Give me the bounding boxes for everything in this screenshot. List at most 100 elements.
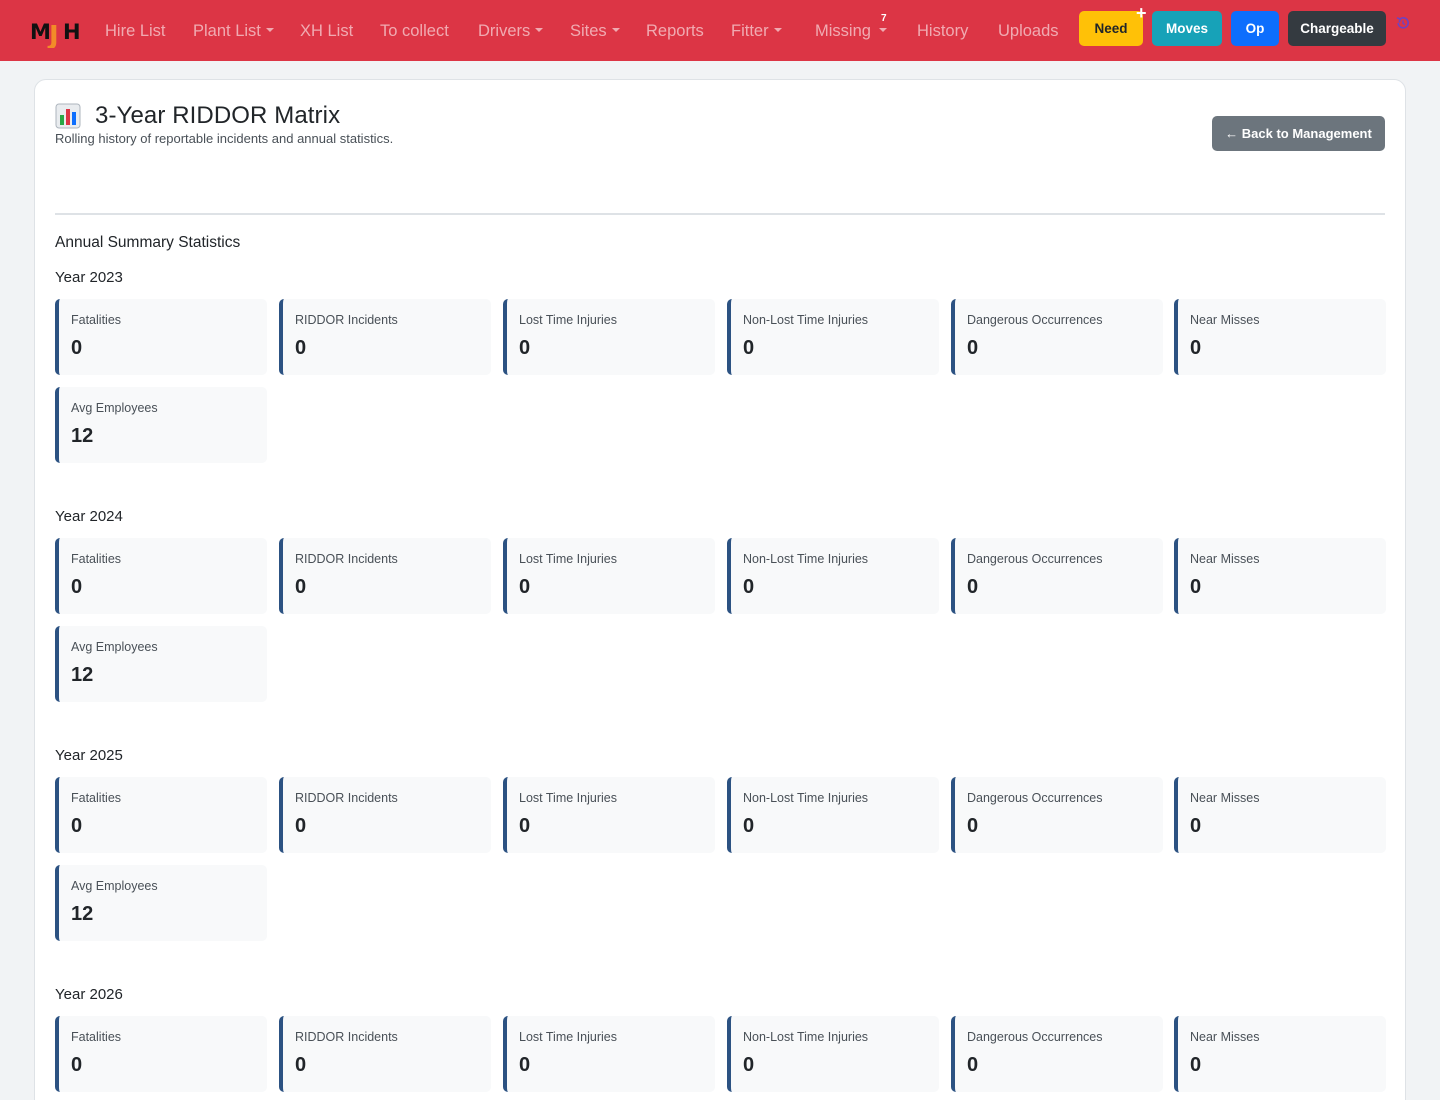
stat-label: Non-Lost Time Injuries [743, 791, 869, 805]
nav-missing[interactable]: Missing [815, 20, 887, 42]
title-row: 3-Year RIDDOR Matrix [55, 102, 340, 130]
page-subtitle: Rolling history of reportable incidents … [55, 131, 394, 146]
stat-card: Dangerous Occurrences 0 [951, 538, 1163, 614]
year-label: Year 2026 [55, 986, 123, 1003]
nav-sites[interactable]: Sites [570, 20, 620, 42]
chevron-down-icon [773, 27, 782, 32]
stat-card: Non-Lost Time Injuries 0 [727, 299, 939, 375]
plus-icon[interactable]: + [1136, 4, 1147, 22]
op-button[interactable]: Op [1231, 11, 1279, 46]
stat-label: RIDDOR Incidents [295, 552, 398, 566]
stat-value: 0 [967, 1054, 979, 1076]
stat-value: 12 [71, 425, 94, 447]
nav-drivers[interactable]: Drivers [478, 20, 544, 42]
stat-value: 0 [1190, 815, 1202, 837]
stat-card: RIDDOR Incidents 0 [279, 777, 491, 853]
year-label: Year 2023 [55, 269, 123, 286]
stat-label: Fatalities [71, 1030, 122, 1044]
stat-value: 0 [1190, 576, 1202, 598]
stat-card: Lost Time Injuries 0 [503, 777, 715, 853]
stat-card: RIDDOR Incidents 0 [279, 299, 491, 375]
stat-label: Dangerous Occurrences [967, 552, 1103, 566]
stat-label: Lost Time Injuries [519, 791, 617, 805]
stat-value: 0 [295, 815, 307, 837]
stat-card: Lost Time Injuries 0 [503, 538, 715, 614]
nav-plant-list-label: Plant List [193, 22, 261, 40]
stat-value: 0 [743, 815, 755, 837]
stat-value: 0 [71, 815, 83, 837]
stat-label: RIDDOR Incidents [295, 791, 398, 805]
stat-card: Avg Employees 12 [55, 387, 267, 463]
stat-label: Fatalities [71, 313, 122, 327]
stat-label: Avg Employees [71, 879, 158, 893]
stat-value: 0 [743, 576, 755, 598]
nav-fitter[interactable]: Fitter [731, 20, 782, 42]
stat-card: Dangerous Occurrences 0 [951, 299, 1163, 375]
bar-chart-icon [55, 103, 81, 129]
stat-card: Near Misses 0 [1174, 1016, 1386, 1092]
riddor-matrix-card: 3-Year RIDDOR Matrix Rolling history of … [34, 79, 1406, 1100]
chevron-down-icon [878, 27, 887, 32]
stat-card: Lost Time Injuries 0 [503, 1016, 715, 1092]
stat-label: Non-Lost Time Injuries [743, 552, 869, 566]
stat-card: Fatalities 0 [55, 538, 267, 614]
page-title: 3-Year RIDDOR Matrix [95, 102, 341, 129]
nav-history[interactable]: History [917, 20, 968, 42]
chargeable-button[interactable]: Chargeable [1288, 11, 1386, 46]
nav-sites-label: Sites [570, 22, 607, 40]
stat-value: 0 [519, 1054, 531, 1076]
stat-card: Lost Time Injuries 0 [503, 299, 715, 375]
section-title: Annual Summary Statistics [55, 234, 241, 251]
missing-count-badge: 7 [881, 13, 887, 24]
stat-label: Non-Lost Time Injuries [743, 1030, 869, 1044]
stat-card: Non-Lost Time Injuries 0 [727, 538, 939, 614]
nav-fitter-label: Fitter [731, 22, 769, 40]
stat-card: RIDDOR Incidents 0 [279, 538, 491, 614]
stat-card: RIDDOR Incidents 0 [279, 1016, 491, 1092]
stat-value: 0 [743, 1054, 755, 1076]
stat-value: 0 [967, 576, 979, 598]
stat-label: Dangerous Occurrences [967, 791, 1103, 805]
stat-label: Lost Time Injuries [519, 552, 617, 566]
stat-card: Near Misses 0 [1174, 538, 1386, 614]
stat-card: Dangerous Occurrences 0 [951, 777, 1163, 853]
stat-value: 0 [1190, 1054, 1202, 1076]
stat-value: 0 [519, 576, 531, 598]
nav-to-collect[interactable]: To collect [380, 20, 449, 42]
stat-card: Fatalities 0 [55, 1016, 267, 1092]
moves-button[interactable]: Moves [1152, 11, 1222, 46]
stat-label: RIDDOR Incidents [295, 1030, 398, 1044]
stat-value: 0 [967, 815, 979, 837]
stat-label: Fatalities [71, 552, 122, 566]
stat-card: Dangerous Occurrences 0 [951, 1016, 1163, 1092]
nav-plant-list[interactable]: Plant List [193, 20, 274, 42]
chevron-down-icon [611, 27, 620, 32]
nav-uploads[interactable]: Uploads [998, 20, 1059, 42]
stat-label: Near Misses [1190, 791, 1260, 805]
stat-card: Fatalities 0 [55, 299, 267, 375]
need-button[interactable]: Need [1079, 11, 1143, 46]
stat-value: 0 [295, 576, 307, 598]
stat-label: Dangerous Occurrences [967, 313, 1103, 327]
history-icon[interactable] [1395, 15, 1411, 31]
stat-card: Avg Employees 12 [55, 865, 267, 941]
nav-xh-list[interactable]: XH List [300, 20, 353, 42]
stat-value: 0 [519, 337, 531, 359]
nav-hire-list[interactable]: Hire List [105, 20, 166, 42]
stat-value: 0 [71, 576, 83, 598]
stat-card: Near Misses 0 [1174, 777, 1386, 853]
chevron-down-icon [265, 27, 274, 32]
back-to-management-button[interactable]: ← Back to Management [1212, 116, 1385, 151]
stat-value: 0 [71, 1054, 83, 1076]
nav-reports[interactable]: Reports [646, 20, 704, 42]
stat-label: Lost Time Injuries [519, 1030, 617, 1044]
stat-value: 0 [295, 337, 307, 359]
nav-drivers-label: Drivers [478, 22, 531, 40]
stat-label: Non-Lost Time Injuries [743, 313, 869, 327]
chevron-down-icon [535, 27, 544, 32]
stat-label: Lost Time Injuries [519, 313, 617, 327]
divider [55, 213, 1385, 215]
stat-card: Avg Employees 12 [55, 626, 267, 702]
year-label: Year 2025 [55, 747, 123, 764]
stat-label: Dangerous Occurrences [967, 1030, 1103, 1044]
